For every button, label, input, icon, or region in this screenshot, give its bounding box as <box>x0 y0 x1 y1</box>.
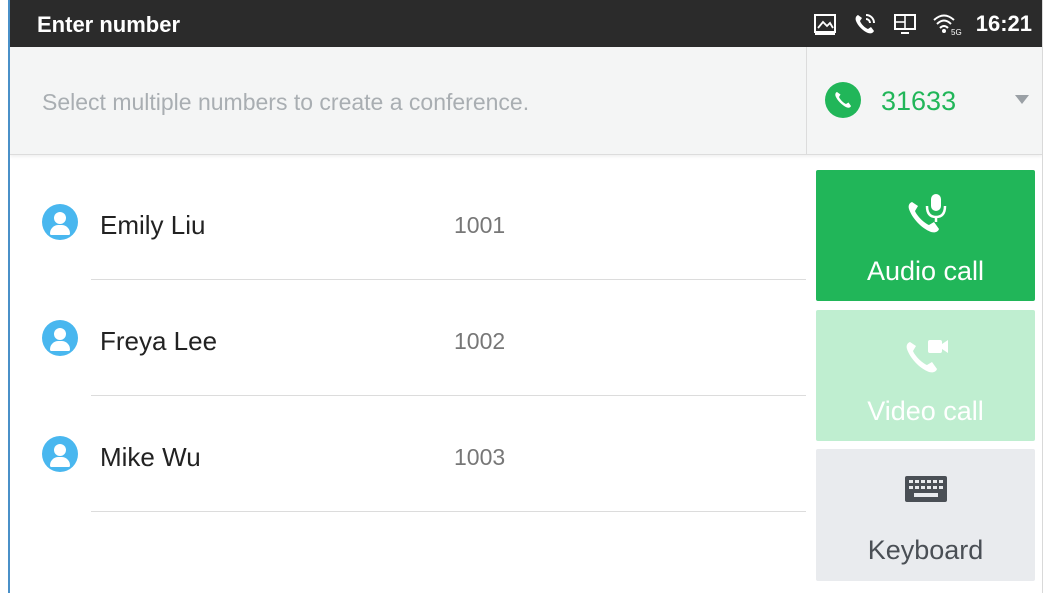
contact-number: 1001 <box>454 212 506 238</box>
monitor-icon <box>892 11 918 37</box>
status-bar-title: Enter number <box>37 12 181 37</box>
list-item[interactable]: Mike Wu 1003 <box>10 396 806 512</box>
chevron-down-icon[interactable] <box>1015 95 1029 104</box>
contact-avatar-icon <box>42 436 78 472</box>
status-bar: Enter number 5G 16:21 <box>10 0 1042 47</box>
number-entry-bar: Select multiple numbers to create a conf… <box>10 47 1042 155</box>
audio-call-icon <box>904 192 948 243</box>
phone-icon <box>825 82 861 118</box>
call-status-icon <box>852 11 878 37</box>
keyboard-icon <box>902 471 950 512</box>
list-item[interactable]: Emily Liu 1001 <box>10 164 806 280</box>
audio-call-button[interactable]: Audio call <box>816 170 1035 301</box>
contact-number: 1002 <box>454 328 506 354</box>
clock: 16:21 <box>975 11 1032 36</box>
account-selector[interactable]: 31633 <box>806 47 1042 154</box>
contact-list: Emily Liu 1001 Freya Lee 1002 Mike Wu 10… <box>10 164 806 512</box>
enter-number-screen: Enter number 5G 16:21 Select multiple nu… <box>8 0 1043 593</box>
contact-name: Mike Wu <box>100 442 201 472</box>
video-call-icon <box>902 332 950 383</box>
screenshot-icon <box>812 11 838 37</box>
keyboard-label: Keyboard <box>867 535 984 565</box>
account-number: 31633 <box>881 86 957 116</box>
contact-avatar-icon <box>42 204 78 240</box>
contact-name: Emily Liu <box>100 210 206 240</box>
contact-avatar-icon <box>42 320 78 356</box>
status-icons: 5G 16:21 <box>812 8 1032 40</box>
row-divider <box>91 511 806 512</box>
contact-name: Freya Lee <box>100 326 218 356</box>
wifi-5g-icon: 5G <box>932 11 962 37</box>
svg-text:5G: 5G <box>951 28 962 37</box>
list-item[interactable]: Freya Lee 1002 <box>10 280 806 396</box>
video-call-label: Video call <box>867 396 984 426</box>
keyboard-button[interactable]: Keyboard <box>816 449 1035 581</box>
video-call-button[interactable]: Video call <box>816 310 1035 441</box>
conference-hint[interactable]: Select multiple numbers to create a conf… <box>42 89 529 116</box>
audio-call-label: Audio call <box>866 256 985 286</box>
contact-number: 1003 <box>454 444 506 470</box>
